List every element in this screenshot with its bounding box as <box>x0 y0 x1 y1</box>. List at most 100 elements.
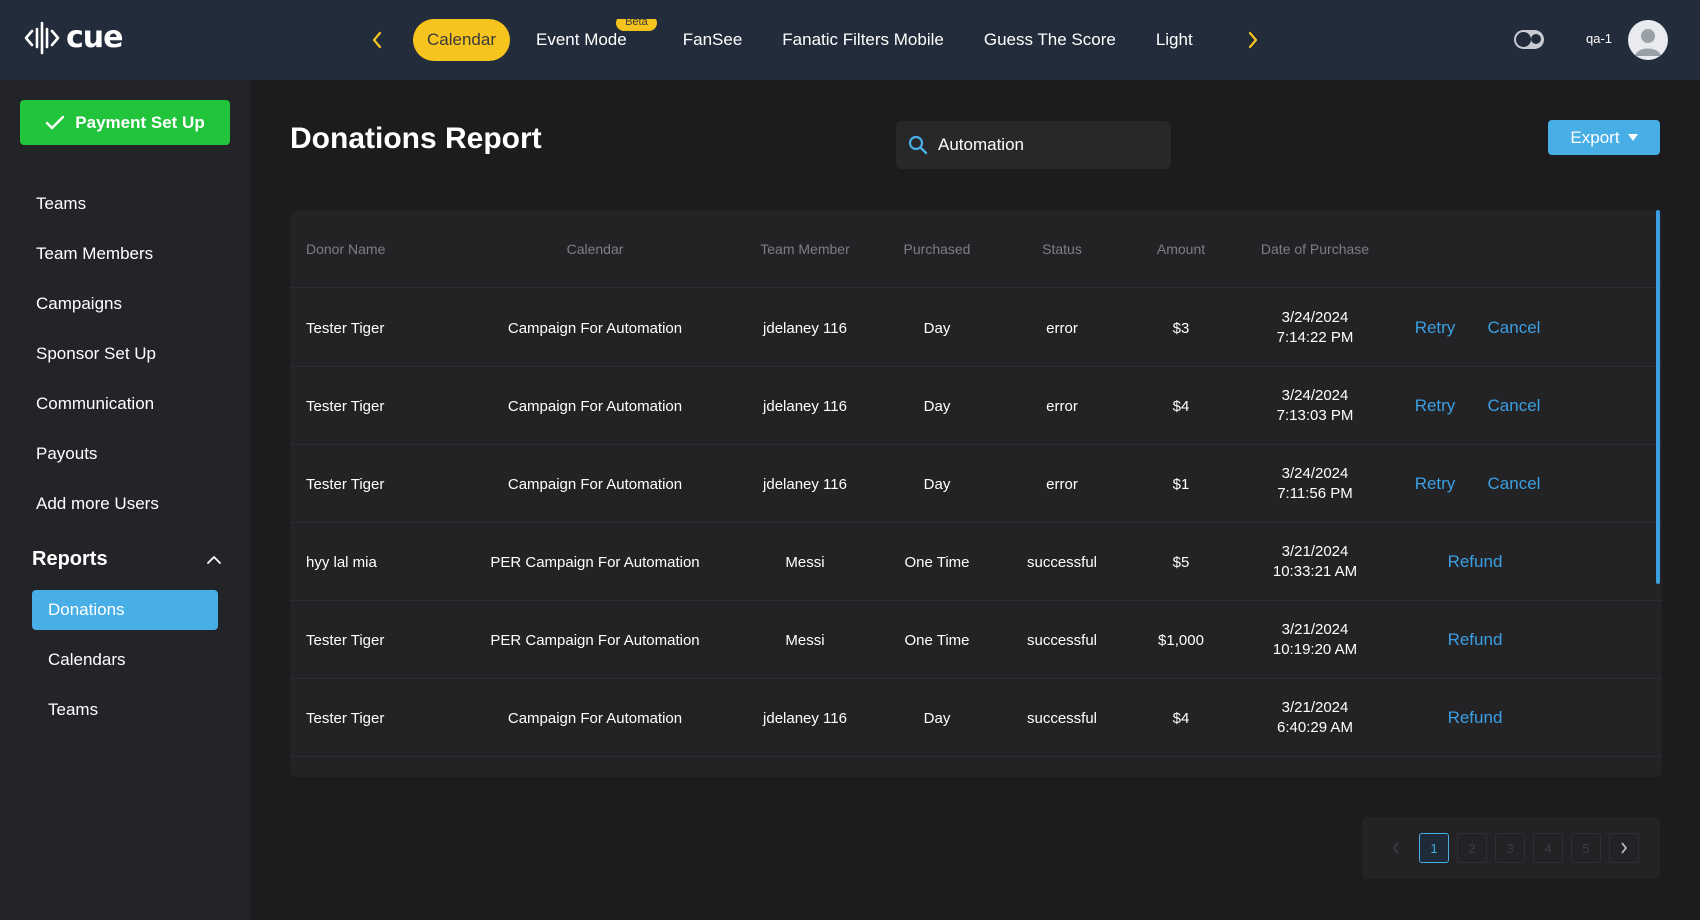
cell-status: successful <box>1026 553 1098 571</box>
caret-down-icon <box>1627 134 1638 141</box>
retry-button-cell: Retry <box>1400 445 1470 523</box>
sidebar-item-team-members[interactable]: Team Members <box>36 244 153 264</box>
sidebar-subitem-teams[interactable]: Teams <box>32 690 218 730</box>
sidebar-item-campaigns[interactable]: Campaigns <box>36 294 122 314</box>
prev-page-button[interactable] <box>1381 833 1411 863</box>
table-scrollbar[interactable] <box>1656 210 1660 584</box>
refund-button[interactable]: Refund <box>1448 630 1503 650</box>
tab-event-mode-label: Event Mode <box>536 30 627 49</box>
tab-calendar[interactable]: Calendar <box>413 19 510 61</box>
sidebar-item-teams[interactable]: Teams <box>36 194 86 214</box>
beta-badge: Beta <box>616 19 657 31</box>
reports-section-toggle[interactable]: Reports <box>32 548 222 571</box>
sidebar-item-sponsor-setup[interactable]: Sponsor Set Up <box>36 344 156 364</box>
cue-logo[interactable]: cue <box>24 20 123 55</box>
sidebar-item-communication[interactable]: Communication <box>36 394 154 414</box>
cell-amount: $4 <box>1172 397 1190 415</box>
tab-light[interactable]: Light <box>1142 19 1207 61</box>
purchase-time: 10:33:21 AM <box>1272 563 1358 580</box>
theme-toggle[interactable] <box>1514 30 1544 49</box>
page-button[interactable]: 1 <box>1419 833 1449 863</box>
cell-donor-name: Tester Tiger <box>306 319 385 337</box>
retry-button[interactable]: Retry <box>1415 474 1456 494</box>
page-button[interactable]: 4 <box>1533 833 1563 863</box>
header-status: Status <box>1042 241 1082 257</box>
retry-button[interactable]: Retry <box>1415 396 1456 416</box>
chevron-right-icon <box>1621 842 1628 854</box>
refund-button[interactable]: Refund <box>1448 708 1503 728</box>
refund-button-cell: Refund <box>1420 523 1530 601</box>
refund-button-cell: Refund <box>1420 679 1530 757</box>
cell-status: successful <box>1026 631 1098 649</box>
cell-amount: $1,000 <box>1158 631 1204 649</box>
cancel-button[interactable]: Cancel <box>1488 474 1541 494</box>
cell-donor-name: hyy lal mia <box>306 553 377 571</box>
cell-date-of-purchase: 3/24/2024 7:11:56 PM <box>1240 445 1390 523</box>
cell-team-member: jdelaney 116 <box>763 709 847 727</box>
cancel-button-cell: Cancel <box>1474 367 1554 445</box>
tab-fanatic-filters-mobile[interactable]: Fanatic Filters Mobile <box>768 19 958 61</box>
payment-setup-label: Payment Set Up <box>75 112 205 132</box>
sidebar-item-add-more-users[interactable]: Add more Users <box>36 494 159 514</box>
cancel-button-cell: Cancel <box>1474 289 1554 367</box>
purchase-time: 10:19:20 AM <box>1272 641 1358 658</box>
cell-status: successful <box>1026 709 1098 727</box>
moon-icon <box>1531 34 1541 44</box>
search-input[interactable] <box>938 135 1138 155</box>
cancel-button[interactable]: Cancel <box>1488 318 1541 338</box>
cancel-button[interactable]: Cancel <box>1488 396 1541 416</box>
purchase-date: 3/21/2024 <box>1281 543 1349 560</box>
cell-amount: $4 <box>1172 709 1190 727</box>
purchase-time: 6:40:29 AM <box>1277 719 1353 736</box>
pagination: 1 2 3 4 5 <box>1362 817 1660 879</box>
table-row: hyy lal mia PER Campaign For Automation … <box>290 523 1662 601</box>
cell-calendar: Campaign For Automation <box>507 319 683 337</box>
sidebar-item-payouts[interactable]: Payouts <box>36 444 97 464</box>
tab-event-mode[interactable]: Event Mode Beta <box>522 19 657 61</box>
page-button[interactable]: 2 <box>1457 833 1487 863</box>
nav-next-button[interactable] <box>1239 26 1267 54</box>
cell-team-member: jdelaney 116 <box>763 319 847 337</box>
search-box <box>896 121 1171 169</box>
cell-team-member: Messi <box>785 631 825 649</box>
sidebar-subitem-donations[interactable]: Donations <box>32 590 218 630</box>
chevron-right-icon <box>1248 31 1258 49</box>
table-header-row: Donor Name Calendar Team Member Purchase… <box>290 210 1662 288</box>
cell-date-of-purchase: 3/24/2024 7:14:22 PM <box>1240 289 1390 367</box>
cell-donor-name: Tester Tiger <box>306 397 385 415</box>
tab-guess-the-score[interactable]: Guess The Score <box>970 19 1130 61</box>
purchase-date: 3/21/2024 <box>1281 699 1349 716</box>
page-title: Donations Report <box>290 122 542 155</box>
cell-purchased: Day <box>923 397 951 415</box>
retry-button[interactable]: Retry <box>1415 318 1456 338</box>
cell-donor-name: Tester Tiger <box>306 631 385 649</box>
table-row: Tester Tiger Campaign For Automation jde… <box>290 289 1662 367</box>
tab-fansee[interactable]: FanSee <box>669 19 757 61</box>
page-button[interactable]: 5 <box>1571 833 1601 863</box>
table-row: Tester Tiger Campaign For Automation jde… <box>290 367 1662 445</box>
payment-setup-button[interactable]: Payment Set Up <box>20 100 230 145</box>
cell-amount: $1 <box>1172 475 1190 493</box>
sidebar: Payment Set Up Teams Team Members Campai… <box>0 80 250 920</box>
refund-button[interactable]: Refund <box>1448 552 1503 572</box>
chevron-left-icon <box>1392 842 1399 854</box>
export-label: Export <box>1570 127 1620 147</box>
export-button[interactable]: Export <box>1548 120 1660 155</box>
purchase-date: 3/24/2024 <box>1281 465 1349 482</box>
user-avatar[interactable] <box>1628 20 1668 60</box>
retry-button-cell: Retry <box>1400 367 1470 445</box>
user-icon <box>1635 29 1661 56</box>
nav-prev-button[interactable] <box>363 26 391 54</box>
cell-purchased: One Time <box>904 553 970 571</box>
checkmark-icon <box>46 115 65 129</box>
cell-calendar: Campaign For Automation <box>507 475 683 493</box>
refund-button-cell: Refund <box>1420 601 1530 679</box>
cell-date-of-purchase: 3/24/2024 7:13:03 PM <box>1240 367 1390 445</box>
sidebar-subitem-calendars[interactable]: Calendars <box>32 640 218 680</box>
reports-label: Reports <box>32 548 108 570</box>
cell-donor-name: Tester Tiger <box>306 475 385 493</box>
username: qa-1 <box>1586 31 1613 46</box>
next-page-button[interactable] <box>1609 833 1639 863</box>
cell-purchased: Day <box>923 709 951 727</box>
page-button[interactable]: 3 <box>1495 833 1525 863</box>
